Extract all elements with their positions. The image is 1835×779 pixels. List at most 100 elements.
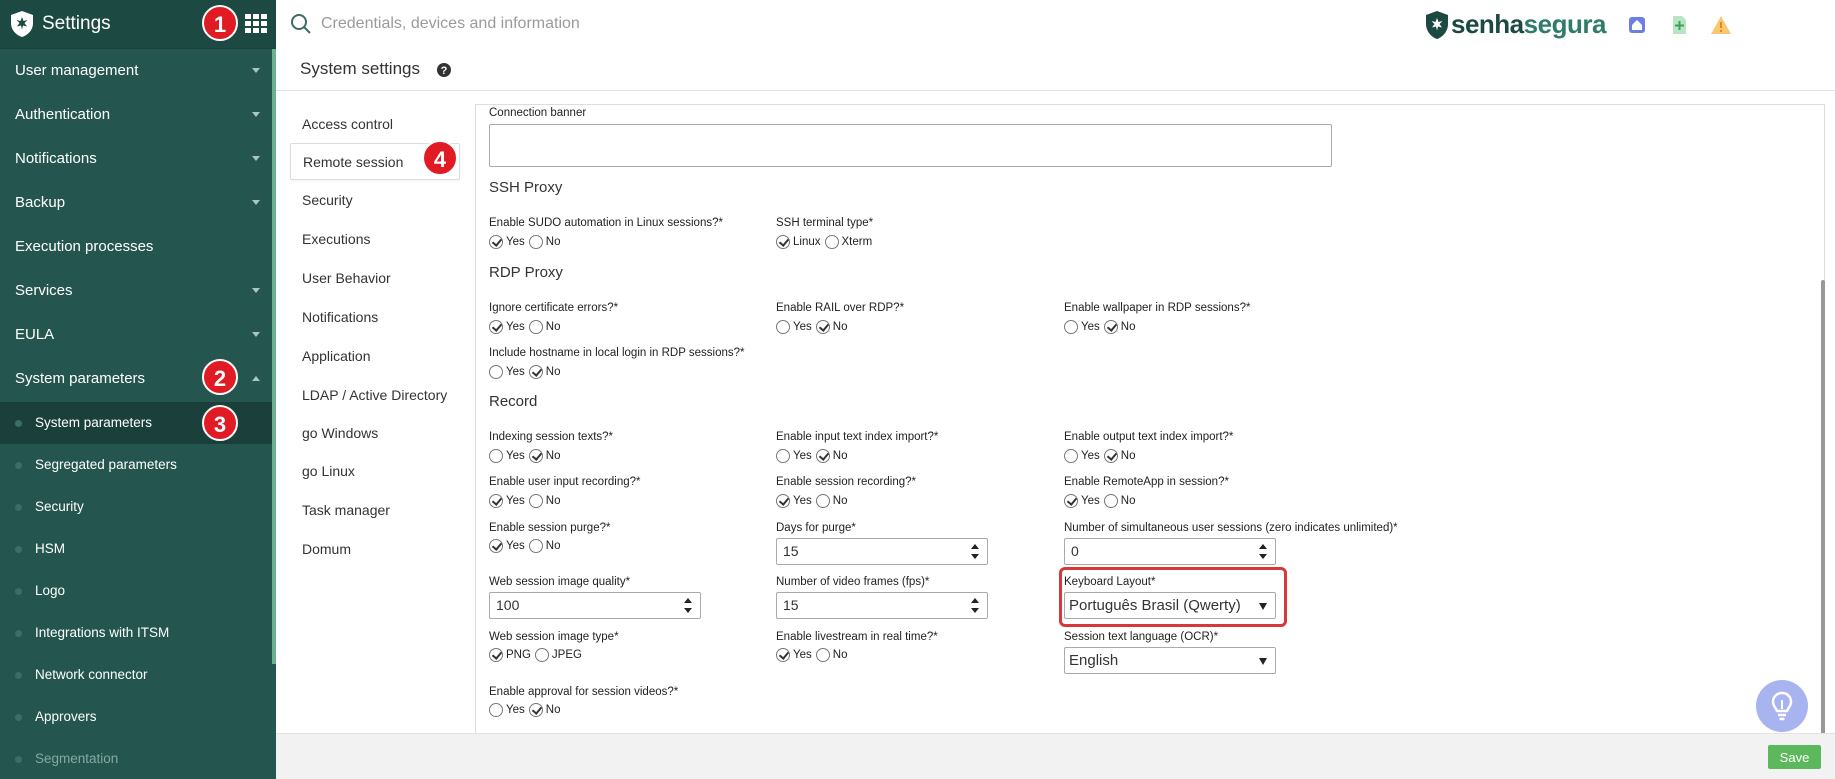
purge-radio-group: Yes No — [489, 539, 564, 555]
output-index-yes-radio[interactable] — [1064, 449, 1078, 463]
ocr-language-value: English — [1069, 652, 1119, 669]
sidebar-subitem-security[interactable]: Security — [0, 486, 272, 528]
chevron-down-icon — [252, 68, 260, 73]
sidebar-subitem-integrations-itsm[interactable]: Integrations with ITSM — [0, 612, 272, 654]
lightbulb-icon — [1771, 691, 1793, 721]
nav-application[interactable]: Application — [290, 338, 460, 375]
section-rdp-proxy: RDP Proxy — [489, 264, 563, 281]
search-input[interactable] — [321, 11, 841, 37]
user-input-label: Enable user input recording?* — [489, 476, 641, 488]
sidebar-subitem-hsm[interactable]: HSM — [0, 528, 272, 570]
save-button[interactable]: Save — [1768, 745, 1821, 769]
fps-label: Number of video frames (fps)* — [776, 576, 930, 588]
input-index-yes-radio[interactable] — [776, 449, 790, 463]
simultaneous-input[interactable]: 0 — [1064, 538, 1276, 565]
step-badge-1: 1 — [202, 5, 238, 41]
sidebar-item-backup[interactable]: Backup — [0, 181, 272, 225]
spinner-arrows-icon[interactable] — [1259, 543, 1267, 560]
apps-grid-icon[interactable] — [245, 14, 267, 34]
hostname-yes-radio[interactable] — [489, 365, 503, 379]
sudo-yes-radio[interactable] — [489, 235, 503, 249]
no-label: No — [832, 450, 848, 462]
ignore-cert-no-radio[interactable] — [528, 320, 543, 334]
sidebar-subitem-approvers[interactable]: Approvers — [0, 696, 272, 738]
wallpaper-yes-radio[interactable] — [1064, 320, 1078, 334]
rail-yes-radio[interactable] — [776, 320, 790, 334]
img-quality-input[interactable]: 100 — [489, 592, 701, 619]
ignore-cert-yes-radio[interactable] — [489, 320, 503, 334]
nav-go-linux[interactable]: go Linux — [290, 453, 460, 490]
remoteapp-yes-radio[interactable] — [1064, 494, 1078, 508]
indexing-no-radio[interactable] — [528, 449, 543, 463]
user-input-no-radio[interactable] — [528, 494, 543, 508]
input-index-no-radio[interactable] — [815, 449, 830, 463]
idea-bulb-button[interactable] — [1756, 680, 1808, 732]
nav-access-control[interactable]: Access control — [290, 106, 460, 143]
linux-radio[interactable] — [776, 235, 790, 249]
shield-logo-icon — [11, 11, 33, 37]
rail-no-radio[interactable] — [815, 320, 830, 334]
approval-no-radio[interactable] — [528, 703, 543, 717]
nav-go-windows[interactable]: go Windows — [290, 415, 460, 452]
output-index-no-radio[interactable] — [1103, 449, 1118, 463]
remoteapp-no-radio[interactable] — [1103, 494, 1118, 508]
png-radio[interactable] — [489, 648, 503, 662]
hostname-no-radio[interactable] — [528, 365, 543, 379]
nav-domum[interactable]: Domum — [290, 531, 460, 568]
session-rec-yes-radio[interactable] — [776, 494, 790, 508]
step-badge-2: 2 — [202, 359, 238, 395]
connection-banner-textarea[interactable] — [489, 124, 1332, 167]
wallpaper-no-radio[interactable] — [1103, 320, 1118, 334]
livestream-yes-radio[interactable] — [776, 648, 790, 662]
dropdown-arrow-icon — [1259, 603, 1267, 610]
spinner-arrows-icon[interactable] — [684, 597, 692, 614]
yes-label: Yes — [506, 366, 525, 378]
ocr-language-select[interactable]: English — [1064, 647, 1276, 674]
indexing-yes-radio[interactable] — [489, 449, 503, 463]
chevron-up-icon — [252, 376, 260, 381]
sudo-no-radio[interactable] — [528, 235, 543, 249]
indexing-radio-group: Yes No — [489, 449, 564, 465]
days-purge-input[interactable]: 15 — [776, 538, 988, 565]
sidebar-item-authentication[interactable]: Authentication — [0, 93, 272, 137]
sidebar-item-eula[interactable]: EULA — [0, 313, 272, 357]
sidebar-item-label: Backup — [15, 194, 66, 211]
warning-icon[interactable] — [1710, 14, 1732, 36]
new-document-icon[interactable] — [1668, 14, 1690, 36]
yes-label: Yes — [793, 649, 812, 661]
keyboard-layout-select[interactable]: Português Brasil (Qwerty) — [1064, 592, 1276, 619]
sidebar-item-user-management[interactable]: User management — [0, 49, 272, 93]
sidebar-subitem-network-connector[interactable]: Network connector — [0, 654, 272, 696]
xterm-radio[interactable] — [824, 235, 839, 249]
nav-user-behavior[interactable]: User Behavior — [290, 260, 460, 297]
user-input-yes-radio[interactable] — [489, 494, 503, 508]
nav-ldap[interactable]: LDAP / Active Directory — [290, 377, 460, 414]
approval-label: Enable approval for session videos?* — [489, 686, 679, 698]
sidebar-item-execution-processes[interactable]: Execution processes — [0, 225, 272, 269]
rail-radio-group: Yes No — [776, 320, 851, 336]
session-rec-no-radio[interactable] — [815, 494, 830, 508]
bullet-icon — [15, 504, 22, 511]
jpeg-radio[interactable] — [534, 648, 549, 662]
days-purge-value: 15 — [783, 543, 799, 559]
sidebar-item-services[interactable]: Services — [0, 269, 272, 313]
livestream-no-radio[interactable] — [815, 648, 830, 662]
sidebar-subitem-segmentation[interactable]: Segmentation — [0, 738, 272, 779]
spinner-arrows-icon[interactable] — [971, 597, 979, 614]
purge-yes-radio[interactable] — [489, 539, 503, 553]
nav-task-manager[interactable]: Task manager — [290, 492, 460, 529]
help-icon[interactable]: ? — [436, 62, 452, 78]
home-icon[interactable] — [1626, 14, 1648, 36]
sidebar-subitem-logo[interactable]: Logo — [0, 570, 272, 612]
sidebar-item-notifications[interactable]: Notifications — [0, 137, 272, 181]
fps-input[interactable]: 15 — [776, 592, 988, 619]
ocr-label: Session text language (OCR)* — [1064, 631, 1219, 643]
spinner-arrows-icon[interactable] — [971, 543, 979, 560]
approval-yes-radio[interactable] — [489, 703, 503, 717]
purge-no-radio[interactable] — [528, 539, 543, 553]
nav-executions[interactable]: Executions — [290, 221, 460, 258]
nav-security[interactable]: Security — [290, 182, 460, 219]
nav-notifications[interactable]: Notifications — [290, 299, 460, 336]
sidebar-subitem-segregated-parameters[interactable]: Segregated parameters — [0, 444, 272, 486]
form-scrollbar[interactable] — [1821, 280, 1825, 735]
